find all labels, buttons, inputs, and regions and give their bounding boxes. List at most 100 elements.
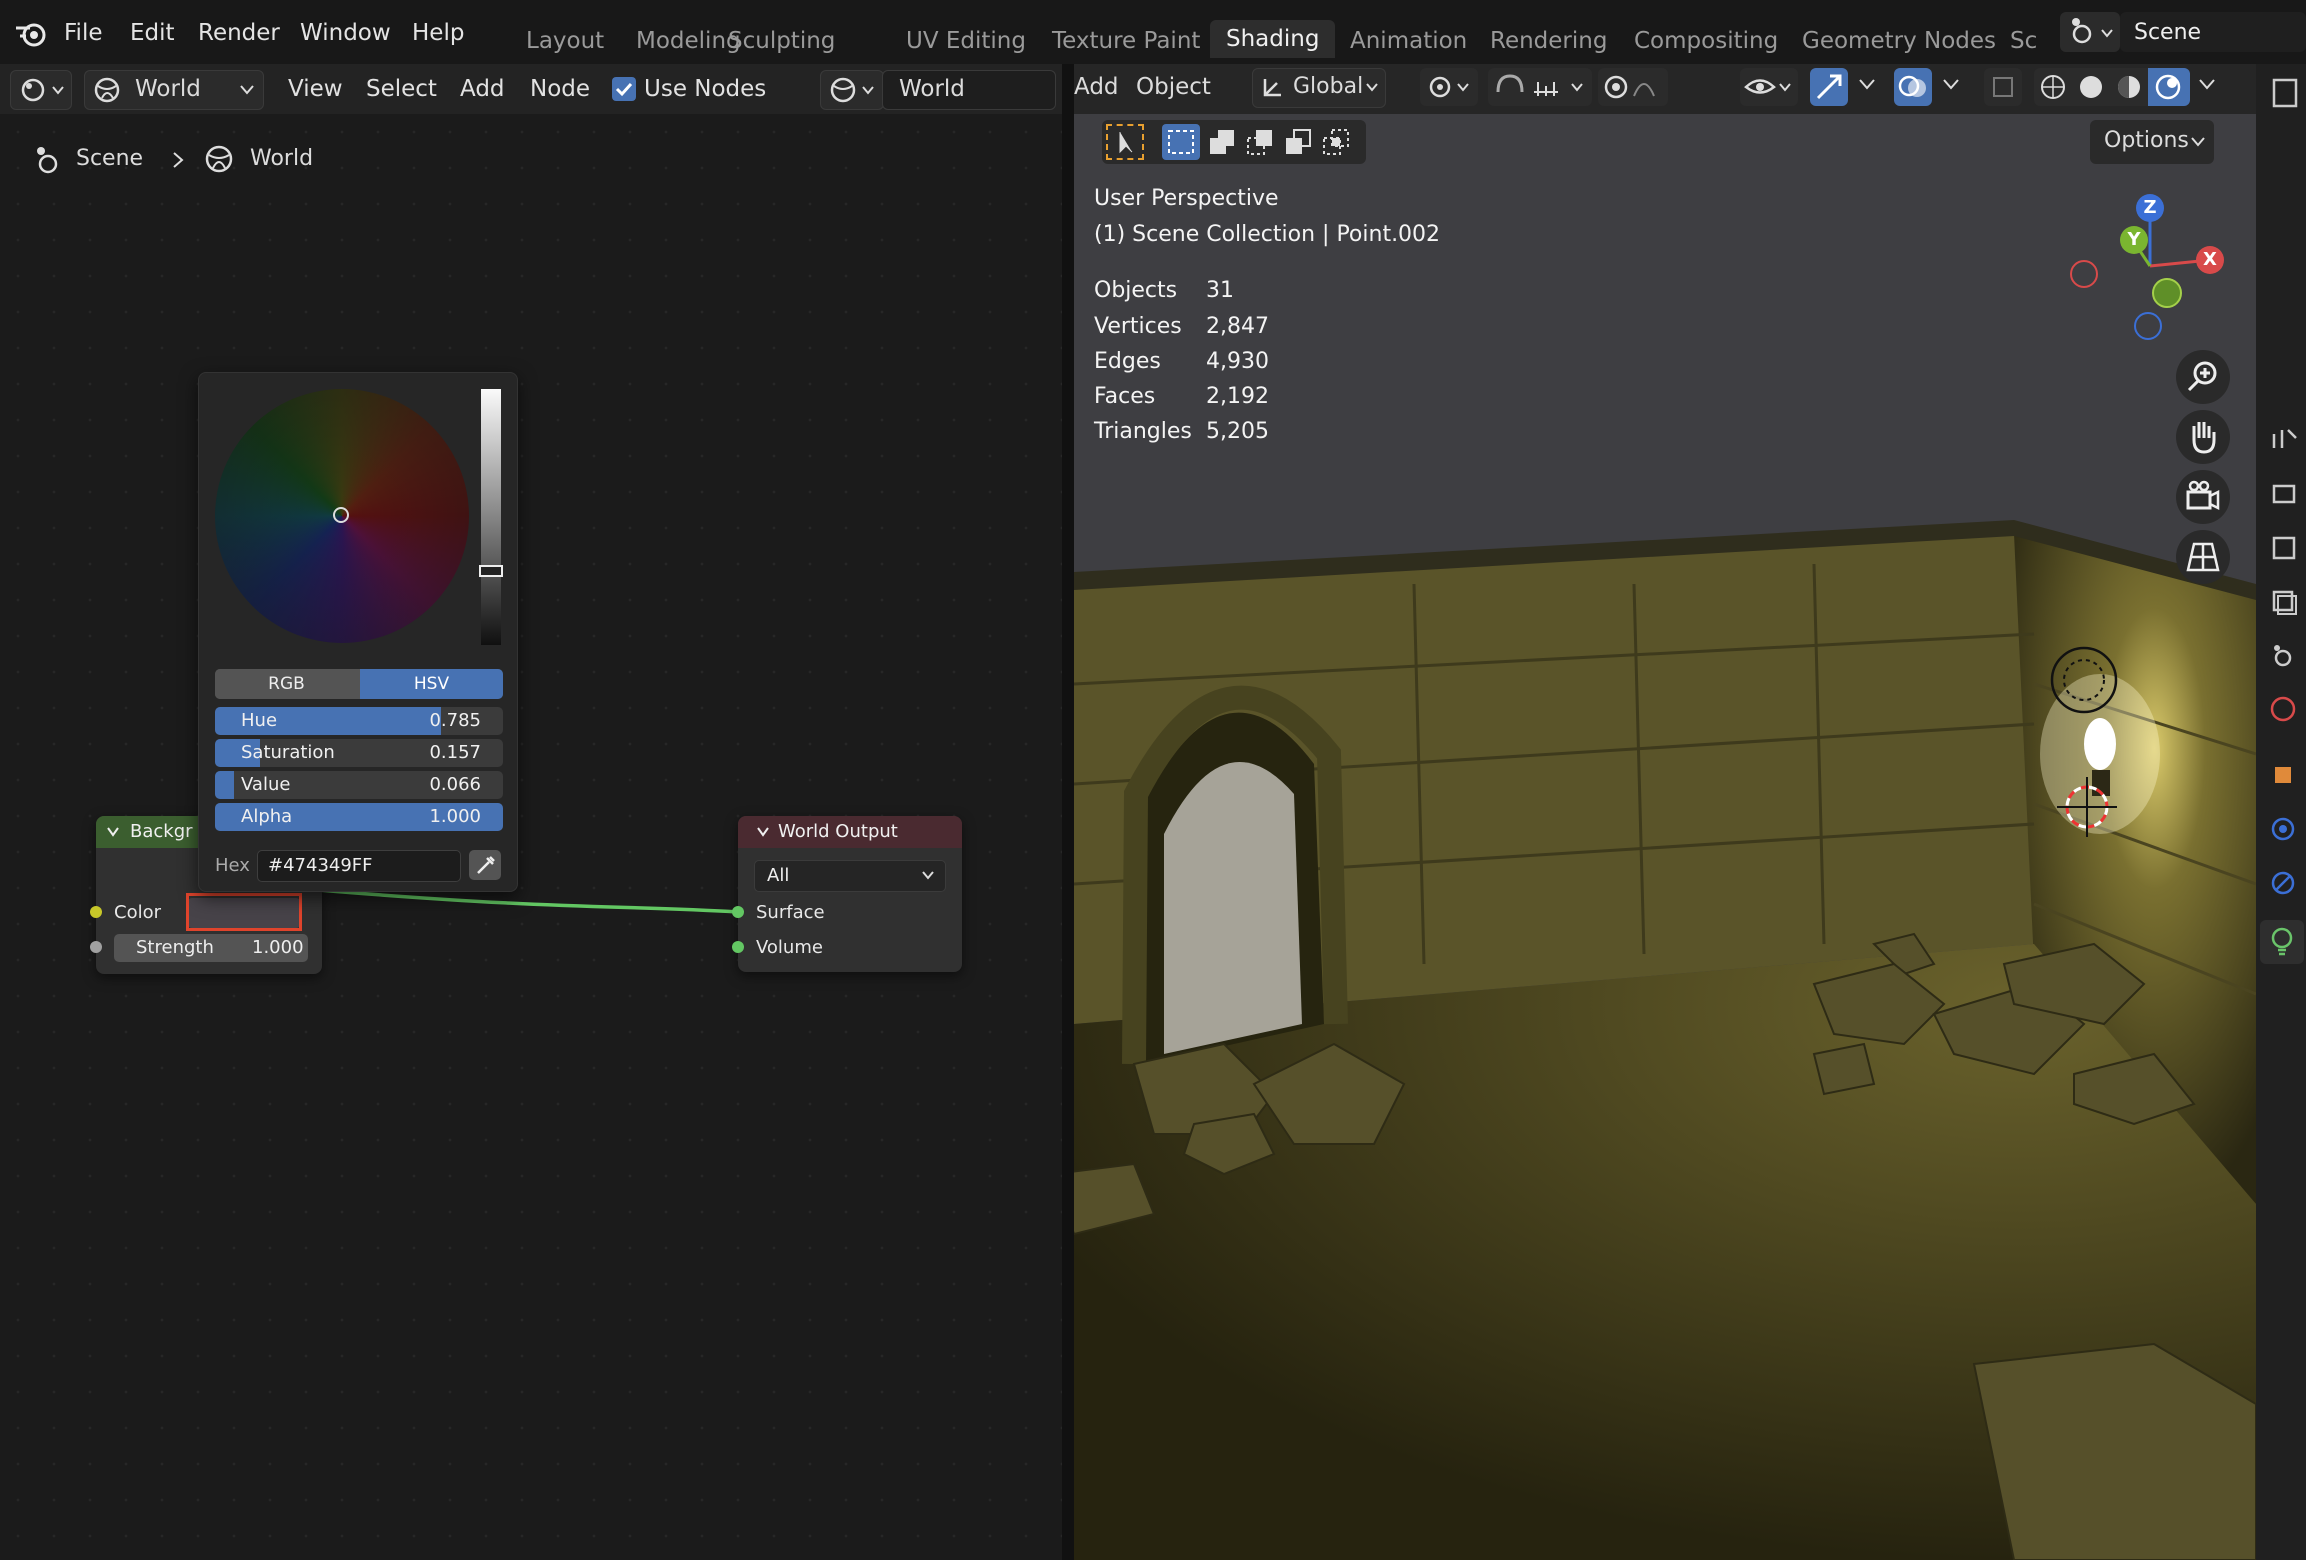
pan-button[interactable] [2176, 410, 2230, 464]
select-extend-icon[interactable] [1204, 124, 1240, 160]
collapse-chevron-icon[interactable] [106, 826, 120, 838]
object-icon[interactable] [2268, 760, 2298, 790]
select-box-button[interactable] [1162, 124, 1200, 160]
use-nodes-checkbox[interactable] [612, 77, 636, 101]
material-shading-icon[interactable] [2110, 68, 2148, 106]
menu-file[interactable]: File [64, 20, 103, 46]
visibility-button[interactable] [1740, 68, 1798, 106]
view-layer-icon[interactable] [2268, 586, 2298, 616]
output-icon[interactable] [2268, 532, 2298, 562]
tab-texture-paint[interactable]: Texture Paint [1052, 28, 1200, 54]
transform-orientation-dropdown[interactable]: Global [1252, 68, 1386, 108]
scene-icon[interactable] [2268, 640, 2298, 670]
outliner-icon[interactable] [2268, 72, 2298, 112]
area-divider[interactable] [1062, 64, 1074, 1560]
output-target-dropdown[interactable]: All [754, 860, 946, 892]
breadcrumb-world[interactable]: World [250, 146, 313, 171]
breadcrumb-scene[interactable]: Scene [76, 146, 143, 171]
select-difference-icon[interactable] [1280, 124, 1316, 160]
gizmo-z-axis[interactable]: Z [2136, 194, 2164, 222]
mode-hsv-button[interactable]: HSV [360, 669, 503, 699]
viewport-menu-add[interactable]: Add [1074, 74, 1119, 100]
strength-field[interactable]: Strength 1.000 [114, 934, 308, 962]
menu-select[interactable]: Select [366, 76, 437, 102]
perspective-toggle-button[interactable] [2176, 530, 2230, 584]
navigation-gizmo[interactable]: Z X Y [2060, 186, 2230, 346]
xray-toggle[interactable] [1984, 68, 2022, 106]
world-datablock-field[interactable]: World [882, 70, 1056, 110]
collapse-chevron-icon[interactable] [756, 826, 770, 838]
chevron-down-icon[interactable] [2198, 78, 2216, 92]
mode-rgb-button[interactable]: RGB [215, 669, 358, 699]
color-input-socket[interactable] [90, 906, 102, 918]
menu-view[interactable]: View [288, 76, 343, 102]
wireframe-shading-icon[interactable] [2034, 68, 2072, 106]
tab-rendering[interactable]: Rendering [1490, 28, 1607, 54]
tab-sculpting[interactable]: Sculpting [728, 28, 835, 54]
object-data-tab[interactable] [2260, 920, 2304, 964]
gizmo-y-axis[interactable]: Y [2120, 226, 2148, 254]
gizmo-neg-x[interactable] [2070, 260, 2098, 288]
tab-layout[interactable]: Layout [526, 28, 604, 54]
wheel-cursor[interactable] [333, 507, 349, 523]
select-subtract-icon[interactable] [1242, 124, 1278, 160]
menu-render[interactable]: Render [198, 20, 280, 46]
tab-geometry-nodes[interactable]: Geometry Nodes [1802, 28, 1996, 54]
gizmo-neg-z[interactable] [2134, 312, 2162, 340]
chevron-down-icon[interactable] [1942, 78, 1960, 92]
saturation-slider[interactable]: Saturation 0.157 [215, 739, 503, 767]
color-wheel[interactable] [215, 389, 469, 643]
render-icon[interactable] [2268, 478, 2298, 508]
physics-icon[interactable] [2268, 814, 2298, 844]
alpha-slider[interactable]: Alpha 1.000 [215, 803, 503, 831]
menu-add[interactable]: Add [460, 76, 505, 102]
tab-modeling[interactable]: Modeling [636, 28, 741, 54]
strength-input-socket[interactable] [90, 941, 102, 953]
eyedropper-button[interactable] [469, 850, 501, 880]
constraints-icon[interactable] [2268, 868, 2298, 898]
world-icon[interactable] [2268, 694, 2298, 724]
snapping-button[interactable] [1488, 68, 1592, 106]
world-browse-button[interactable] [820, 70, 884, 110]
menu-node[interactable]: Node [530, 76, 590, 102]
gizmo-x-axis[interactable]: X [2196, 246, 2224, 274]
pivot-point-button[interactable] [1420, 68, 1478, 106]
shader-type-dropdown[interactable]: World [84, 70, 264, 110]
world-output-node[interactable]: World Output All Surface Volume [738, 816, 962, 972]
zoom-button[interactable] [2176, 350, 2230, 404]
blender-logo-icon[interactable] [14, 18, 48, 48]
editor-type-button[interactable] [10, 70, 72, 110]
overlays-toggle[interactable] [1894, 68, 1932, 106]
chevron-down-icon[interactable] [1858, 78, 1876, 92]
rendered-shading-button[interactable] [2148, 68, 2190, 106]
tab-compositing[interactable]: Compositing [1634, 28, 1778, 54]
select-intersect-icon[interactable] [1318, 124, 1354, 160]
proportional-editing-button[interactable] [1598, 68, 1668, 106]
tab-shading[interactable]: Shading [1210, 20, 1336, 58]
gizmo-toggle[interactable] [1810, 68, 1848, 106]
gizmo-neg-y[interactable] [2152, 278, 2182, 308]
menu-window[interactable]: Window [300, 20, 391, 46]
camera-view-button[interactable] [2176, 470, 2230, 524]
world-output-header[interactable]: World Output [738, 816, 962, 848]
menu-help[interactable]: Help [412, 20, 464, 46]
hue-slider[interactable]: Hue 0.785 [215, 707, 503, 735]
scene-type-button[interactable] [2060, 12, 2120, 52]
menu-edit[interactable]: Edit [130, 20, 175, 46]
hex-input[interactable]: #474349FF [257, 850, 461, 882]
options-dropdown[interactable]: Options [2090, 120, 2214, 164]
solid-shading-icon[interactable] [2072, 68, 2110, 106]
value-slider-handle[interactable] [479, 565, 503, 577]
value-slider[interactable] [479, 389, 503, 645]
scene-selector[interactable]: Scene [2120, 12, 2306, 52]
viewport-menu-object[interactable]: Object [1136, 74, 1211, 100]
tab-scripting[interactable]: Sc [2010, 28, 2037, 54]
hex-label: Hex [215, 855, 250, 876]
tab-uv-editing[interactable]: UV Editing [906, 28, 1026, 54]
tab-animation[interactable]: Animation [1350, 28, 1467, 54]
value-field[interactable]: Value 0.066 [215, 771, 503, 799]
surface-input-socket[interactable] [732, 906, 744, 918]
tool-icon[interactable] [2268, 424, 2298, 454]
tweak-tool-button[interactable] [1106, 124, 1144, 160]
volume-input-socket[interactable] [732, 941, 744, 953]
